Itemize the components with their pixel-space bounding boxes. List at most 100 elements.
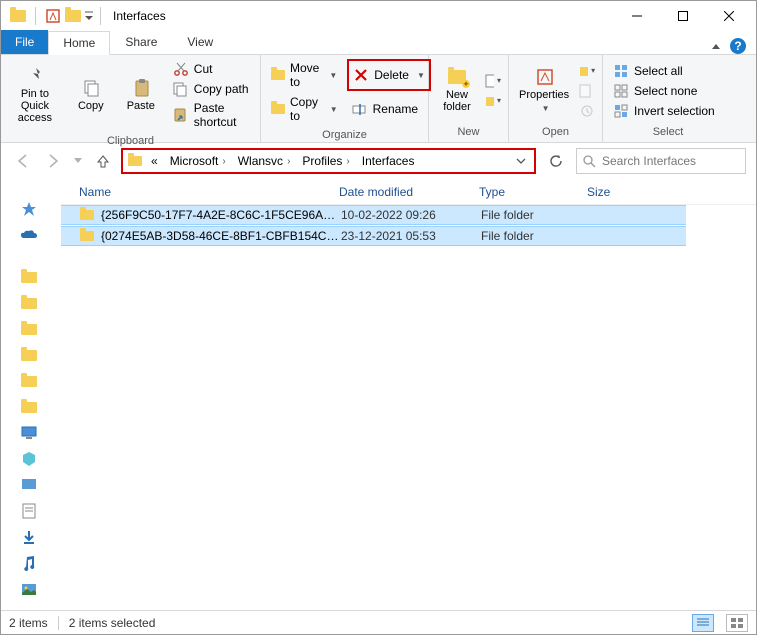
dropdown-icon: ▼ [417,71,425,80]
list-item[interactable]: {256F9C50-17F7-4A2E-8C6C-1F5CE96A53... 1… [61,205,686,225]
select-none-label: Select none [634,84,697,98]
breadcrumb-item[interactable]: Wlansvc› [234,154,295,168]
folder-icon [9,7,27,25]
paste-shortcut-button[interactable]: Paste shortcut [169,99,254,131]
copy-path-icon [173,81,189,97]
documents-icon[interactable] [19,501,39,521]
col-name[interactable]: Name [79,185,339,199]
search-box[interactable]: Search Interfaces [576,148,746,174]
sidebar-folder-icon[interactable] [19,371,39,391]
pin-to-quick-access-button[interactable]: Pin to Quick access [7,65,63,126]
properties-qat-icon[interactable] [44,7,62,25]
sidebar-folder-icon[interactable] [19,267,39,287]
address-dropdown-icon[interactable] [512,156,530,166]
nav-pane[interactable] [1,179,61,610]
pictures-icon[interactable] [19,579,39,599]
tab-view[interactable]: View [172,30,228,54]
cell-date: 23-12-2021 05:53 [341,229,481,243]
quick-access-icon[interactable] [19,199,39,219]
new-item-icon[interactable]: ▾ [485,73,501,89]
status-selected: 2 items selected [69,616,156,630]
invert-selection-button[interactable]: Invert selection [609,101,719,121]
invert-selection-label: Invert selection [634,104,715,118]
select-all-label: Select all [634,64,683,78]
tab-share[interactable]: Share [110,30,172,54]
details-view-button[interactable] [692,614,714,632]
this-pc-icon[interactable] [19,423,39,443]
folder-qat-icon[interactable] [64,7,82,25]
dropdown-icon: ▼ [542,104,550,113]
tab-home[interactable]: Home [48,31,110,55]
recent-dropdown[interactable] [71,149,85,173]
onedrive-icon[interactable] [19,225,39,245]
select-all-button[interactable]: Select all [609,61,719,81]
paste-icon [132,79,150,97]
properties-button[interactable]: Properties ▼ [515,66,573,115]
forward-button[interactable] [41,149,65,173]
paste-button[interactable]: Paste [119,77,163,114]
easy-access-icon[interactable]: ▾ [485,93,501,109]
cut-label: Cut [194,62,213,76]
downloads-icon[interactable] [19,527,39,547]
select-none-icon [613,83,629,99]
col-date[interactable]: Date modified [339,185,479,199]
breadcrumb-overflow[interactable]: « [147,154,162,168]
desktop-icon[interactable] [19,475,39,495]
delete-label: Delete [374,68,409,82]
back-button[interactable] [11,149,35,173]
copy-path-button[interactable]: Copy path [169,79,254,99]
address-bar[interactable]: « Microsoft› Wlansvc› Profiles› Interfac… [121,148,536,174]
select-none-button[interactable]: Select none [609,81,719,101]
close-button[interactable] [706,1,752,31]
col-size[interactable]: Size [587,185,667,199]
copy-to-label: Copy to [290,95,322,123]
group-label: Organize [261,129,428,143]
refresh-button[interactable] [542,148,570,174]
col-type[interactable]: Type [479,185,587,199]
separator [35,7,36,25]
copy-to-icon [271,101,285,117]
group-new: ✦ New folder ▾ ▾ New [429,55,509,142]
breadcrumb-item[interactable]: Microsoft› [166,154,230,168]
history-icon[interactable] [579,103,595,119]
3d-objects-icon[interactable] [19,449,39,469]
copy-button[interactable]: Copy [69,77,113,114]
group-label: New [429,126,508,142]
delete-button[interactable]: Delete ▼ [347,59,431,91]
content-area: Name Date modified Type Size {256F9C50-1… [1,179,756,610]
breadcrumb-item[interactable]: Interfaces [358,154,419,168]
group-label: Clipboard [1,135,260,149]
copy-icon [82,79,100,97]
open-icon[interactable]: ▾ [579,63,595,79]
cell-type: File folder [481,208,589,222]
status-bar: 2 items 2 items selected [1,610,756,634]
rename-button[interactable]: Rename [348,93,422,125]
up-button[interactable] [91,149,115,173]
move-to-button[interactable]: Move to▼ [267,59,341,91]
sidebar-folder-icon[interactable] [19,319,39,339]
sidebar-folder-icon[interactable] [19,293,39,313]
column-headers[interactable]: Name Date modified Type Size [61,179,756,205]
paste-shortcut-label: Paste shortcut [194,101,250,129]
cut-button[interactable]: Cut [169,59,254,79]
maximize-button[interactable] [660,1,706,31]
new-folder-icon: ✦ [448,68,466,86]
minimize-button[interactable] [614,1,660,31]
help-icon[interactable]: ? [730,38,746,54]
copy-to-button[interactable]: Copy to▼ [267,93,342,125]
music-icon[interactable] [19,553,39,573]
pin-icon [26,67,44,85]
edit-icon[interactable] [579,83,595,99]
new-folder-button[interactable]: ✦ New folder [435,66,479,115]
tab-file[interactable]: File [1,30,48,54]
thumbnails-view-button[interactable] [726,614,748,632]
sidebar-folder-icon[interactable] [19,397,39,417]
window-title: Interfaces [113,9,166,23]
cell-date: 10-02-2022 09:26 [341,208,481,222]
rows: {256F9C50-17F7-4A2E-8C6C-1F5CE96A53... 1… [61,205,756,246]
breadcrumb-item[interactable]: Profiles› [298,154,353,168]
qat-dropdown-icon[interactable] [84,7,94,25]
collapse-ribbon-icon[interactable] [712,44,720,49]
sidebar-folder-icon[interactable] [19,345,39,365]
list-item[interactable]: {0274E5AB-3D58-46CE-8BF1-CBFB154CE... 23… [61,226,686,246]
